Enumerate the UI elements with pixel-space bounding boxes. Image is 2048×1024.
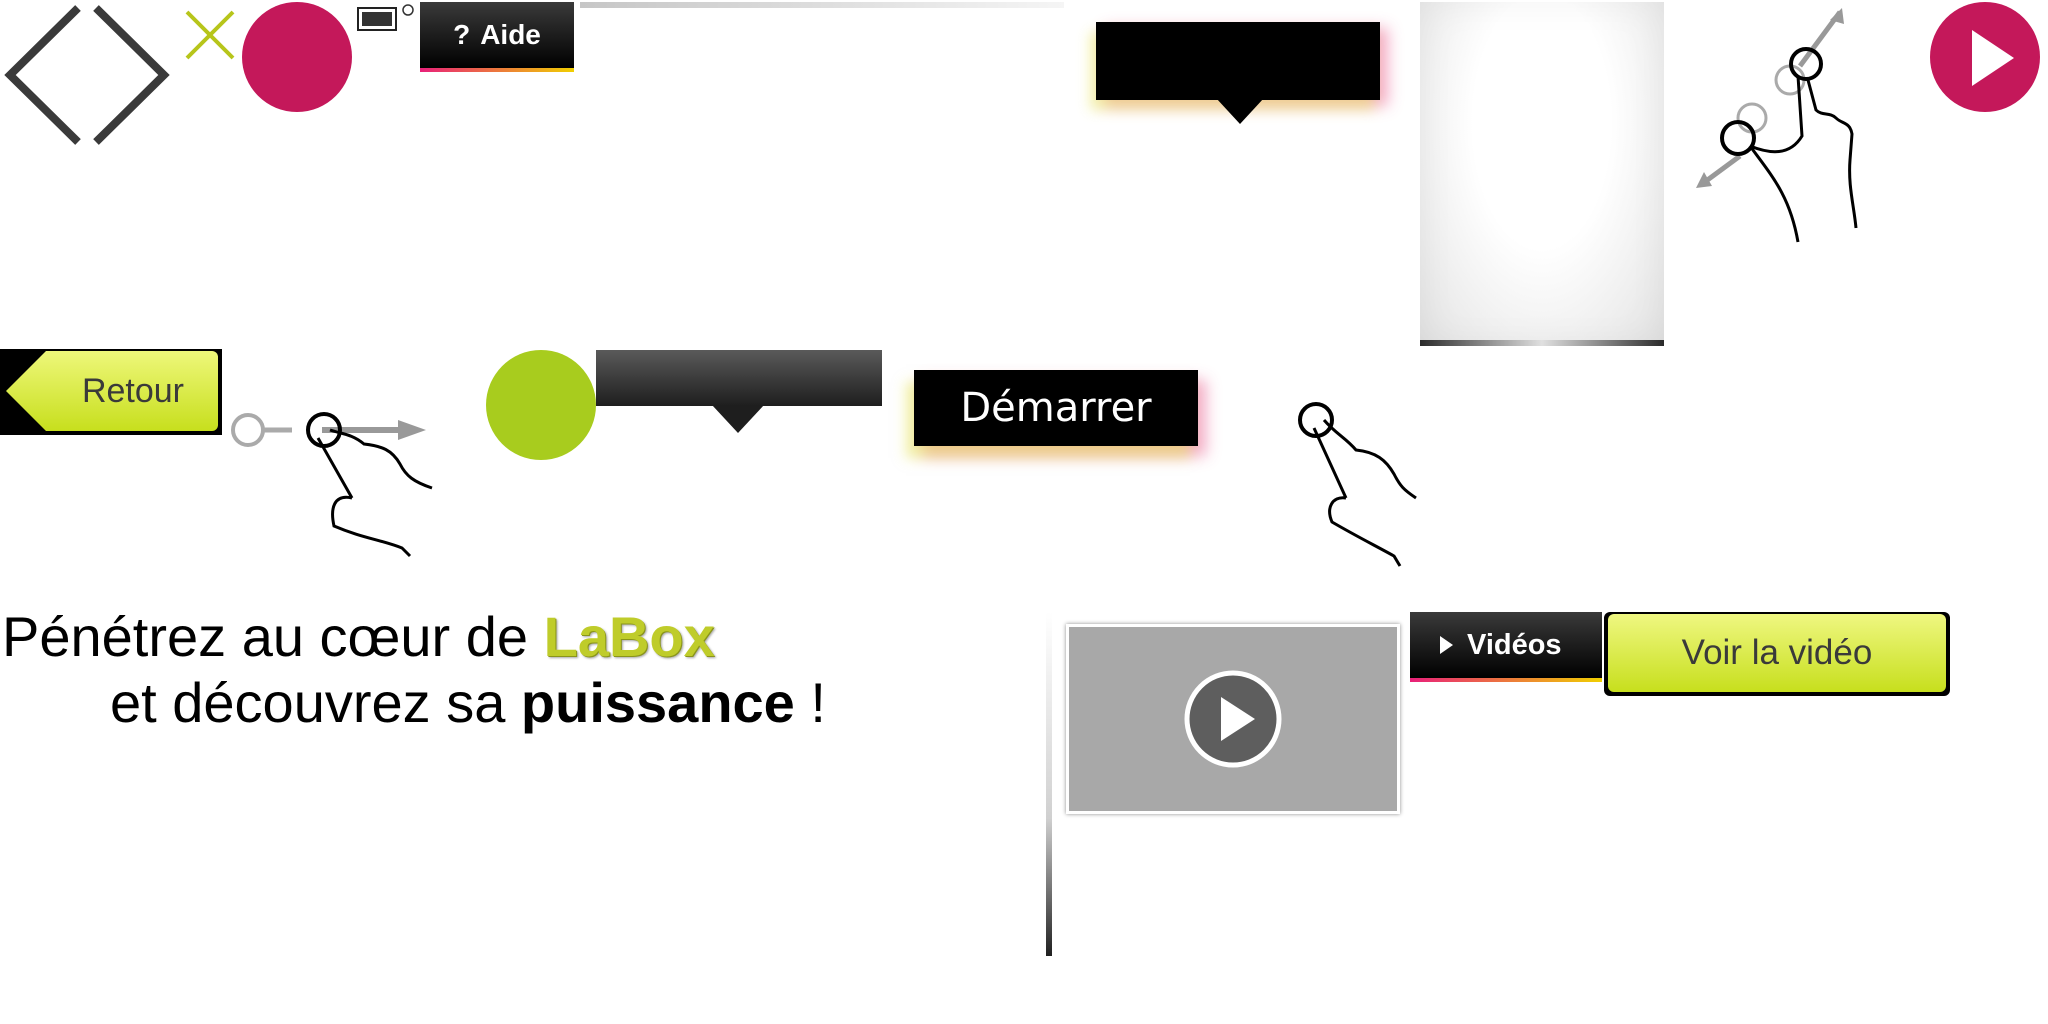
play-icon [1184, 670, 1282, 768]
help-button[interactable]: ? Aide [420, 2, 574, 72]
tooltip-grey [596, 350, 882, 406]
headline-line2: et découvrez sa puissance ! [2, 670, 1002, 736]
window-icon[interactable] [356, 2, 418, 34]
gradient-panel-edge [1420, 340, 1664, 346]
pinch-zoom-gesture-icon [1696, 8, 1858, 243]
green-circle [486, 350, 596, 460]
videos-button[interactable]: Vidéos [1410, 612, 1602, 682]
refresh-icon [402, 4, 414, 16]
start-button[interactable]: Démarrer [914, 370, 1198, 446]
headline: Pénétrez au cœur de LaBox et découvrez s… [2, 604, 1002, 736]
help-button-label: Aide [480, 19, 541, 50]
gradient-panel [1420, 2, 1664, 346]
vertical-divider [1046, 612, 1052, 956]
play-icon [1972, 30, 2014, 86]
question-icon: ? [453, 19, 471, 50]
tap-gesture-icon [1298, 402, 1417, 567]
back-button[interactable]: Retour [6, 351, 218, 431]
tooltip-black [1096, 22, 1380, 100]
swipe-gesture-icon [231, 412, 433, 558]
top-gradient-strip [580, 2, 1064, 8]
headline-line2-prefix: et découvrez sa [110, 671, 521, 734]
diamond-frame-icon [4, 5, 170, 145]
headline-line1: Pénétrez au cœur de [2, 605, 544, 668]
video-thumbnail[interactable] [1066, 624, 1400, 814]
headline-emphasis: puissance [520, 671, 795, 734]
brand-name: LaBox [543, 605, 715, 668]
headline-line2-suffix: ! [794, 671, 826, 734]
videos-button-label: Vidéos [1467, 628, 1562, 661]
play-triangle-icon [1440, 636, 1453, 654]
close-x-icon[interactable] [183, 8, 238, 63]
tooltip-grey-tail [712, 405, 764, 433]
watch-video-button[interactable]: Voir la vidéo [1608, 614, 1946, 692]
tooltip-black-tail [1216, 98, 1264, 124]
play-button[interactable] [1930, 2, 2040, 112]
magenta-circle [242, 2, 352, 112]
